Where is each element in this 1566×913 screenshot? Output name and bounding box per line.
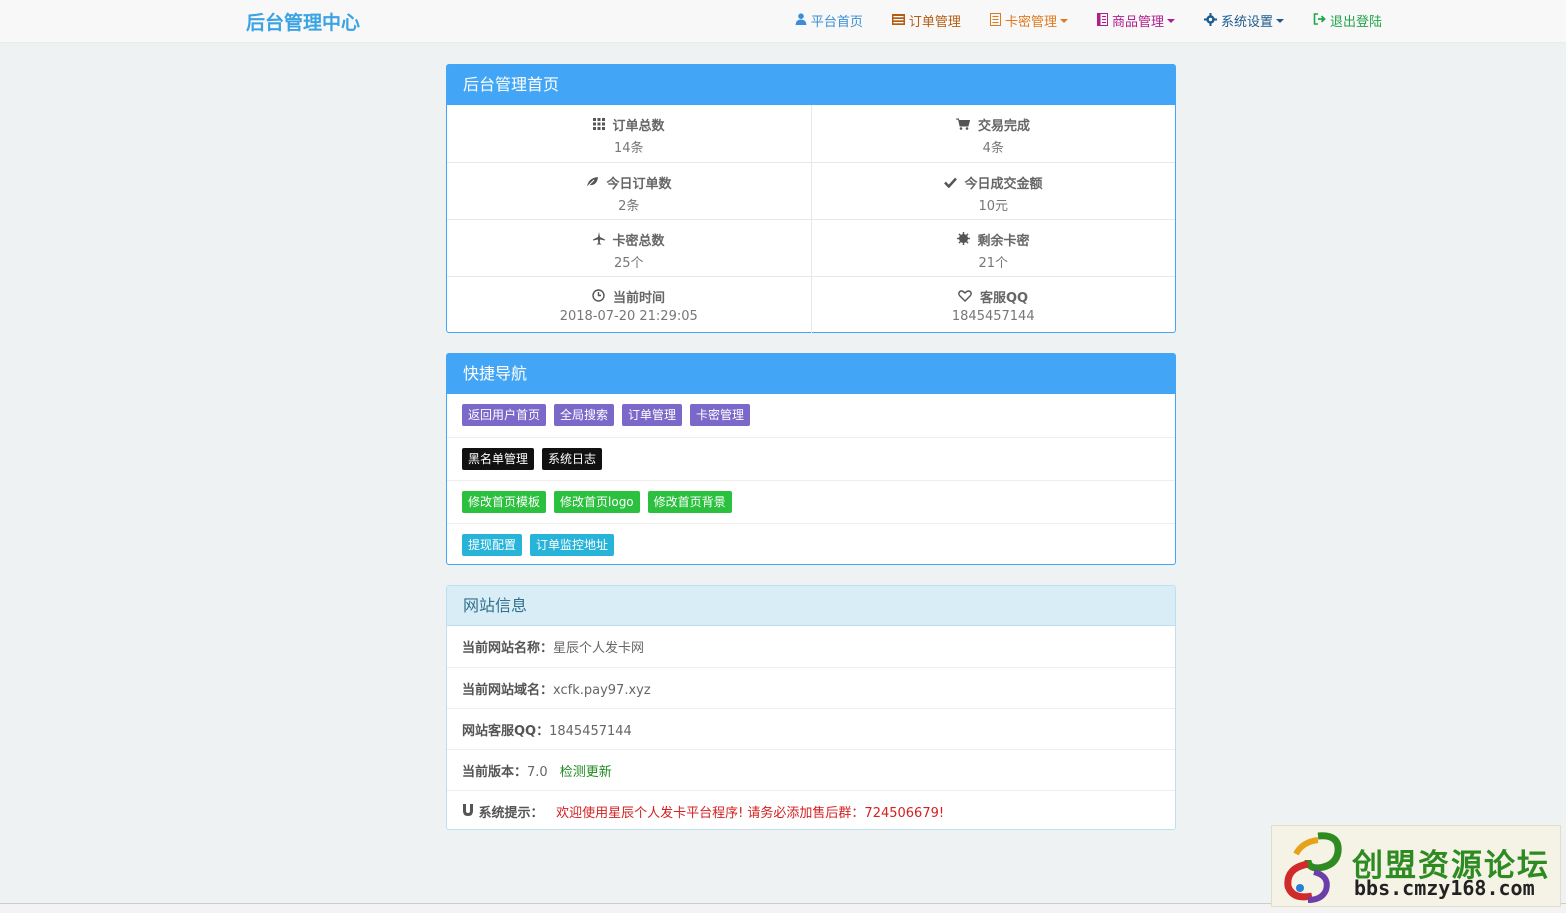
logout-icon (1313, 13, 1326, 28)
stat-label: 今日订单数 (606, 177, 672, 192)
siteinfo-body: 当前网站名称：星辰个人发卡网 当前网站域名：xcfk.pay97.xyz 网站客… (447, 626, 1175, 831)
nav-item-cards[interactable]: 卡密管理 (989, 11, 1068, 30)
card-management-button[interactable]: 卡密管理 (690, 404, 751, 426)
top-navbar: 后台管理中心 平台首页 订单管理 卡密管理 商品管理 系统设置 退出登陆 (0, 0, 1566, 43)
order-monitor-url-button[interactable]: 订单监控地址 (530, 534, 615, 556)
stat-label: 剩余卡密 (977, 234, 1030, 249)
user-icon (795, 13, 807, 28)
card-icon (989, 12, 1001, 29)
edit-home-template-button[interactable]: 修改首页模板 (462, 491, 547, 513)
info-row-domain: 当前网站域名：xcfk.pay97.xyz (447, 667, 1175, 708)
stats-row: 订单总数 14条 交易完成 4条 (447, 105, 1175, 162)
clock-icon (592, 289, 610, 306)
check-update-link[interactable]: 检测更新 (560, 765, 612, 780)
stat-total-orders: 订单总数 14条 (447, 105, 811, 162)
quicknav-panel: 快捷导航 返回用户首页 全局搜索 订单管理 卡密管理 黑名单管理 系统日志 修改… (446, 353, 1176, 565)
quicknav-body: 返回用户首页 全局搜索 订单管理 卡密管理 黑名单管理 系统日志 修改首页模板 … (447, 394, 1175, 566)
stat-current-time: 当前时间 2018-07-20 21:29:05 (447, 277, 811, 333)
stat-completed: 交易完成 4条 (810, 105, 1176, 162)
info-row-version: 当前版本：7.0 检测更新 (447, 749, 1175, 790)
heart-icon (958, 290, 977, 306)
certificate-icon (956, 232, 975, 249)
stat-remaining-cards: 剩余卡密 21个 (810, 220, 1176, 276)
goods-icon (1096, 12, 1108, 29)
stat-label: 今日成交金额 (964, 177, 1043, 192)
nav-item-label: 卡密管理 (1004, 15, 1057, 30)
system-log-button[interactable]: 系统日志 (542, 448, 603, 470)
system-tip-text: 欢迎使用星辰个人发卡平台程序! 请务必添加售后群：724506679! (556, 806, 945, 821)
info-row-qq: 网站客服QQ：1845457144 (447, 708, 1175, 749)
chevron-down-icon (1166, 18, 1175, 23)
stats-row: 卡密总数 25个 剩余卡密 21个 (447, 219, 1175, 276)
stat-label: 当前时间 (613, 291, 666, 306)
stat-total-cards: 卡密总数 25个 (447, 220, 811, 276)
stat-label: 卡密总数 (612, 234, 665, 249)
list-icon (891, 13, 905, 28)
stat-service-qq: 客服QQ 1845457144 (810, 277, 1176, 333)
check-icon (944, 177, 962, 192)
plane-icon (592, 232, 610, 249)
blacklist-button[interactable]: 黑名单管理 (462, 448, 535, 470)
nav-item-label: 退出登陆 (1329, 15, 1382, 30)
nav-menu: 平台首页 订单管理 卡密管理 商品管理 系统设置 退出登陆 (766, 11, 1382, 30)
gear-icon (1203, 12, 1217, 29)
stat-today-orders: 今日订单数 2条 (447, 163, 811, 219)
nav-item-label: 系统设置 (1220, 15, 1273, 30)
cart-icon (956, 118, 975, 134)
global-search-button[interactable]: 全局搜索 (554, 404, 615, 426)
stat-value: 21个 (978, 256, 1009, 271)
edit-home-background-button[interactable]: 修改首页背景 (647, 491, 732, 513)
stat-value: 2条 (618, 199, 640, 214)
withdraw-config-button[interactable]: 提现配置 (462, 534, 523, 556)
stat-value: 25个 (613, 256, 644, 271)
nav-item-label: 商品管理 (1111, 15, 1164, 30)
swirl-logo-icon (1284, 832, 1342, 903)
nav-item-goods[interactable]: 商品管理 (1096, 11, 1175, 30)
magnet-icon (462, 804, 474, 821)
edit-home-logo-button[interactable]: 修改首页logo (554, 491, 640, 513)
chevron-down-icon (1059, 18, 1068, 23)
stat-label: 交易完成 (978, 119, 1031, 134)
nav-item-settings[interactable]: 系统设置 (1203, 11, 1284, 30)
stat-value: 10元 (978, 199, 1009, 214)
dashboard-title: 后台管理首页 (447, 65, 1175, 105)
stats-row: 当前时间 2018-07-20 21:29:05 客服QQ 1845457144 (447, 276, 1175, 333)
siteinfo-panel: 网站信息 当前网站名称：星辰个人发卡网 当前网站域名：xcfk.pay97.xy… (446, 585, 1176, 830)
nav-item-label: 订单管理 (908, 15, 961, 30)
quicknav-row: 修改首页模板 修改首页logo 修改首页背景 (447, 480, 1175, 523)
stats-row: 今日订单数 2条 今日成交金额 10元 (447, 162, 1175, 219)
siteinfo-title: 网站信息 (447, 586, 1175, 626)
stats-grid: 订单总数 14条 交易完成 4条 今日订单数 2条 今日成交金额 10元 卡密总… (447, 105, 1175, 333)
order-management-button[interactable]: 订单管理 (622, 404, 683, 426)
watermark-logo: 创盟资源论坛 bbs.cmzy168.com (1271, 825, 1561, 907)
nav-item-home[interactable]: 平台首页 (795, 11, 863, 30)
stat-today-amount: 今日成交金额 10元 (810, 163, 1176, 219)
stat-label: 订单总数 (612, 119, 665, 134)
stat-value: 4条 (982, 141, 1004, 156)
quicknav-row: 返回用户首页 全局搜索 订单管理 卡密管理 (447, 394, 1175, 437)
stat-value: 1845457144 (951, 309, 1035, 324)
grid-icon (592, 118, 610, 134)
nav-item-label: 平台首页 (810, 15, 863, 30)
nav-item-orders[interactable]: 订单管理 (891, 11, 961, 30)
stat-label: 客服QQ (979, 291, 1029, 306)
stat-value: 2018-07-20 21:29:05 (559, 309, 698, 324)
leaf-icon (586, 177, 604, 192)
back-to-user-home-button[interactable]: 返回用户首页 (462, 404, 547, 426)
watermark-url: bbs.cmzy168.com (1354, 876, 1535, 900)
quicknav-row: 黑名单管理 系统日志 (447, 437, 1175, 480)
quicknav-row: 提现配置 订单监控地址 (447, 523, 1175, 566)
info-row-system-tip: 系统提示： 欢迎使用星辰个人发卡平台程序! 请务必添加售后群：724506679… (447, 790, 1175, 831)
stat-value: 14条 (613, 141, 644, 156)
info-row-site-name: 当前网站名称：星辰个人发卡网 (462, 641, 645, 656)
dashboard-panel: 后台管理首页 订单总数 14条 交易完成 4条 今日订单数 2条 今日成交金额 … (446, 64, 1176, 333)
nav-item-logout[interactable]: 退出登陆 (1313, 11, 1382, 30)
quicknav-title: 快捷导航 (447, 354, 1175, 394)
chevron-down-icon (1275, 18, 1284, 23)
brand-title[interactable]: 后台管理中心 (246, 8, 360, 35)
